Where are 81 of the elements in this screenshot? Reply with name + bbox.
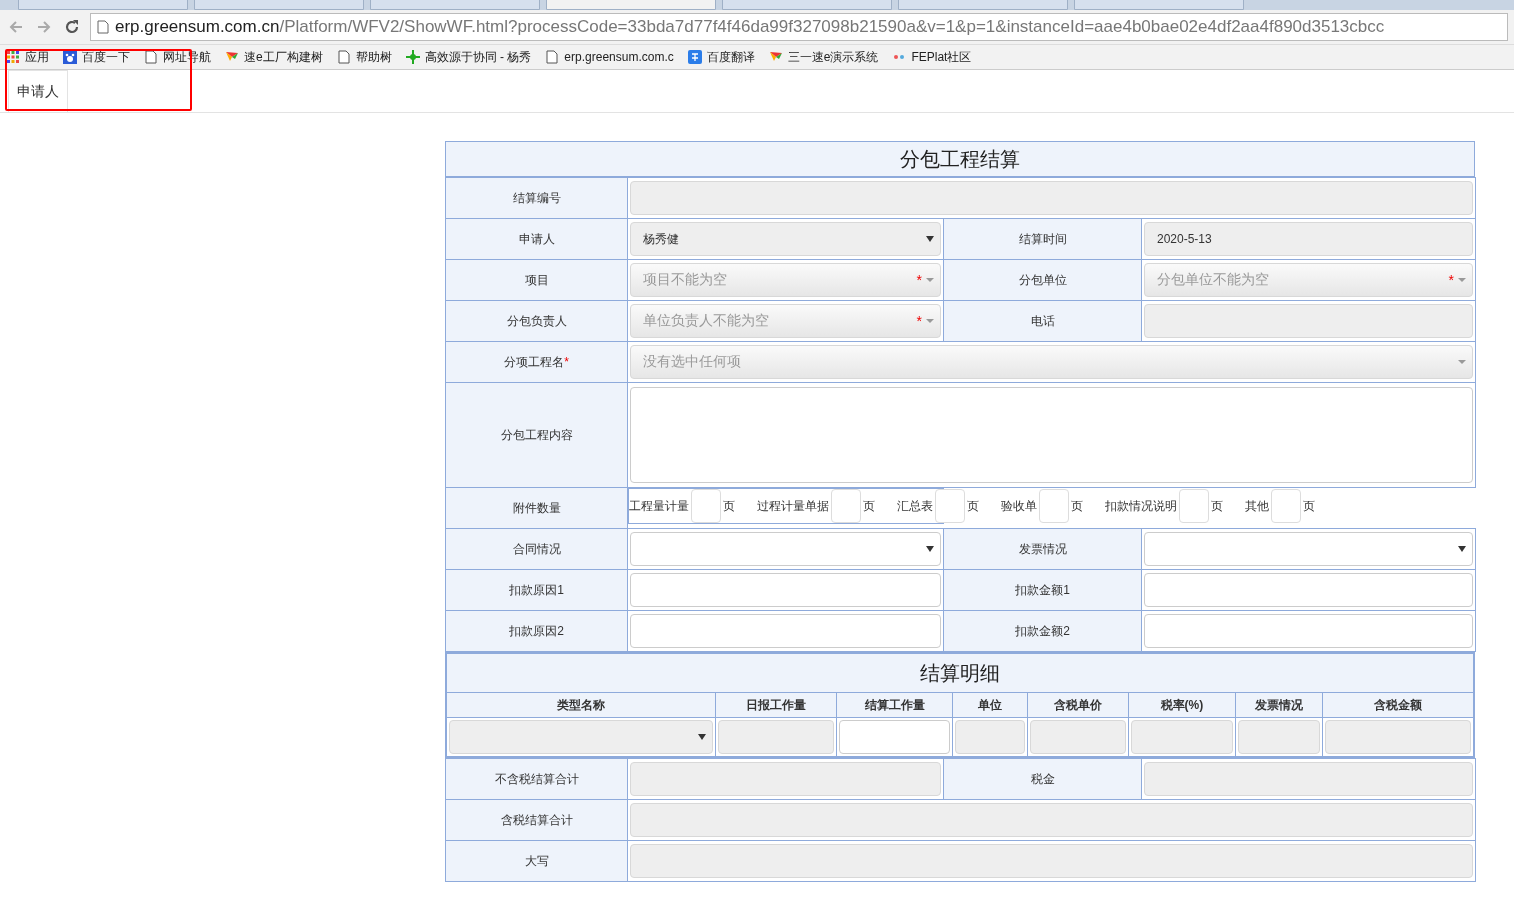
field-label: 结算时间 [943,218,1142,260]
field-label: 不含税结算合计 [445,758,628,800]
translate-icon [687,50,702,64]
field-label: 扣款金额2 [943,610,1142,652]
page-icon [336,50,351,64]
field-label: 扣款金额1 [943,569,1142,611]
page-tab[interactable]: 申请人 [8,70,68,112]
input-field[interactable] [630,614,941,648]
bookmark[interactable]: FEPlat社区 [892,48,972,66]
apps-icon [6,50,20,64]
select-field[interactable] [630,532,941,566]
url-text: erp.greensum.com.cn/Platform/WFV2/ShowWF.html?processCode=33bda7d77f4f46da99f327098b21590a&v=1&p=1&instanceId=aae4b0bae02e4df2aa4f890d3513cbcc [115,17,1385,37]
dropdown-arrow-icon [926,546,934,552]
field-label: 申请人 [445,218,628,260]
field-label: 项目 [445,259,628,301]
field-label: 扣款原因1 [445,569,628,611]
input-field[interactable] [1144,573,1473,607]
column-header: 结算工作量 [836,692,953,718]
column-header: 税率(%) [1128,692,1236,718]
field-label: 分包工程内容 [445,382,628,488]
caret-icon [1458,360,1466,364]
count-field[interactable] [935,489,965,523]
bookmark[interactable]: 高效源于协同 - 杨秀 [405,48,532,66]
field-label: 附件数量 [445,487,628,529]
page-icon [144,50,158,64]
count-field[interactable] [691,489,721,523]
attachment-label: 工程量计量 [629,497,689,515]
attachment-label: 其他 [1245,497,1269,515]
column-header: 类型名称 [446,692,716,718]
form-title: 分包工程结算 [445,141,1475,177]
field-label: 结算编号 [445,177,628,219]
bookmark[interactable]: 帮助树 [336,48,392,66]
select-field[interactable] [1144,532,1473,566]
column-header: 发票情况 [1235,692,1323,718]
field-label: 分项工程名* [445,341,628,383]
count-field[interactable] [831,489,861,523]
text-area[interactable] [630,387,1473,483]
column-header: 含税单价 [1027,692,1129,718]
field-label: 合同情况 [445,528,628,570]
unit-label: 页 [1071,497,1083,515]
field-label: 分包负责人 [445,300,628,342]
caret-icon [926,278,934,282]
caret-icon [926,319,934,323]
attachment-label: 验收单 [1001,497,1037,515]
column-header: 日报工作量 [715,692,837,718]
count-field[interactable] [1039,489,1069,523]
bookmark[interactable]: erp.greensum.com.c [545,50,674,64]
bookmark[interactable]: 百度一下 [63,48,130,66]
count-field[interactable] [1179,489,1209,523]
dropdown-arrow-icon [697,734,706,740]
field-label: 税金 [943,758,1142,800]
field-label: 电话 [943,300,1142,342]
unit-label: 页 [723,497,735,515]
field-label: 分包单位 [943,259,1142,301]
attachment-label: 过程计量单据 [757,497,829,515]
bookmark[interactable]: 百度翻译 [687,48,755,66]
field-label: 扣款原因2 [445,610,628,652]
count-field[interactable] [1271,489,1301,523]
unit-label: 页 [967,497,979,515]
attachment-label: 扣款情况说明 [1105,497,1177,515]
bookmark[interactable]: 三一速e演示系统 [768,48,879,66]
input-field[interactable] [839,720,951,754]
page-icon [97,20,109,34]
field-label: 含税结算合计 [445,799,628,841]
address-bar[interactable]: erp.greensum.com.cn/Platform/WFV2/ShowWF.html?processCode=33bda7d77f4f46da99f327098b21590a&v=1&p=1&instanceId=aae4b0bae02e4df2aa4f890d3513cbcc [90,13,1508,41]
field-label: 大写 [445,840,628,882]
field-label: 发票情况 [943,528,1142,570]
section-title: 结算明细 [446,653,1474,693]
unit-label: 页 [1211,497,1223,515]
column-header: 含税金额 [1322,692,1474,718]
caret-icon [1458,278,1466,282]
page-icon [545,50,560,64]
input-field[interactable] [1144,614,1473,648]
input-field[interactable] [630,573,941,607]
unit-label: 页 [1303,497,1315,515]
dropdown-arrow-icon [926,236,934,242]
bookmark[interactable]: 应用 [6,48,49,66]
attachment-label: 汇总表 [897,497,933,515]
bookmark[interactable]: 速e工厂构建树 [225,48,323,66]
unit-label: 页 [863,497,875,515]
dropdown-arrow-icon [1458,546,1466,552]
